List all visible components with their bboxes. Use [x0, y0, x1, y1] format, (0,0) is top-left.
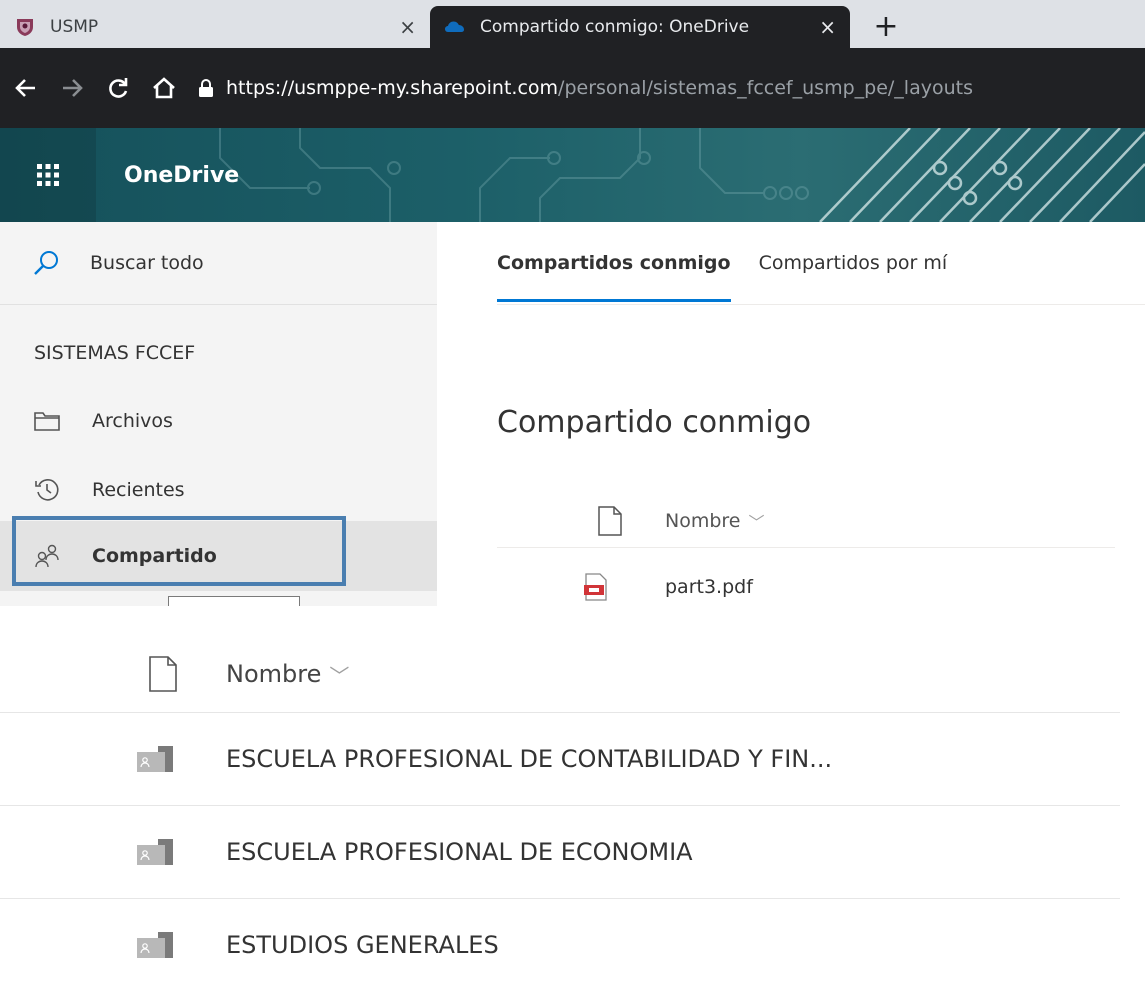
- chevron-down-icon[interactable]: ﹀: [329, 660, 349, 689]
- app-name[interactable]: OneDrive: [124, 128, 239, 222]
- onedrive-cloud-icon: [444, 16, 466, 38]
- sidebar-item-label: Archivos: [92, 410, 173, 432]
- new-tab-button[interactable]: +: [866, 6, 906, 46]
- list-item[interactable]: ESCUELA PROFESIONAL DE CONTABILIDAD Y FI…: [0, 713, 1120, 806]
- forward-arrow-icon: [63, 79, 83, 97]
- folder-name: ESCUELA PROFESIONAL DE ECONOMIA: [226, 838, 693, 866]
- back-button[interactable]: [6, 68, 46, 108]
- left-navigation: Buscar todo SISTEMAS FCCEF Archivos Reci…: [0, 222, 437, 606]
- circuit-pattern-decoration: [219, 128, 1145, 222]
- home-button[interactable]: [144, 68, 184, 108]
- section-title: SISTEMAS FCCEF: [34, 342, 196, 364]
- tab-title: USMP: [50, 17, 99, 37]
- pivot-tabs: Compartidos conmigo Compartidos por mí: [497, 222, 1145, 305]
- shared-folders-list: Nombre ﹀ ESCUELA PROFESIONAL DE CONTABIL…: [0, 606, 1145, 985]
- page-title: Compartido conmigo: [497, 405, 812, 440]
- tab-compartidos-por-mi[interactable]: Compartidos por mí: [759, 222, 948, 304]
- shared-folder-icon: [137, 932, 173, 958]
- waffle-icon: [37, 164, 59, 186]
- file-name: part3.pdf: [665, 576, 753, 598]
- home-icon: [153, 77, 175, 99]
- url-host: https://usmppe-my.sharepoint.com: [226, 77, 559, 99]
- list-item[interactable]: ESCUELA PROFESIONAL DE ECONOMIA: [0, 806, 1120, 899]
- chevron-down-icon[interactable]: ﹀: [749, 509, 765, 533]
- history-icon: [35, 479, 59, 501]
- back-arrow-icon: [15, 79, 35, 97]
- close-tab-icon[interactable]: ×: [819, 17, 836, 37]
- column-header-name[interactable]: Nombre: [665, 510, 741, 532]
- main-content: Compartidos conmigo Compartidos por mí C…: [437, 222, 1145, 606]
- tab-compartidos-conmigo[interactable]: Compartidos conmigo: [497, 222, 731, 304]
- sidebar-item-label: Recientes: [92, 479, 185, 501]
- search-icon: [34, 251, 58, 275]
- reload-button[interactable]: [98, 68, 138, 108]
- search-box[interactable]: Buscar todo: [0, 222, 437, 305]
- list-header: Nombre ﹀: [497, 495, 1115, 548]
- shared-folder-icon: [137, 746, 173, 772]
- list-header: Nombre ﹀: [0, 636, 1120, 713]
- search-placeholder: Buscar todo: [90, 252, 204, 274]
- file-type-icon: [598, 506, 622, 536]
- lock-icon: [199, 79, 213, 97]
- file-type-icon: [149, 656, 177, 692]
- sidebar-item-recientes[interactable]: Recientes: [0, 457, 437, 523]
- folder-icon: [34, 412, 60, 431]
- shared-folder-icon: [137, 839, 173, 865]
- app-launcher-button[interactable]: [0, 128, 96, 222]
- sidebar-item-label: Compartido: [92, 545, 217, 567]
- sidebar-item-archivos[interactable]: Archivos: [0, 388, 437, 454]
- tab-onedrive[interactable]: Compartido conmigo: OneDrive ×: [430, 6, 850, 48]
- close-tab-icon[interactable]: ×: [399, 17, 416, 37]
- onedrive-header: OneDrive: [0, 128, 1145, 222]
- usmp-crest-icon: [14, 16, 36, 38]
- list-item[interactable]: part3.pdf: [497, 567, 1115, 607]
- folder-name: ESCUELA PROFESIONAL DE CONTABILIDAD Y FI…: [226, 745, 833, 773]
- people-icon: [35, 544, 59, 568]
- url-path: /personal/sistemas_fccef_usmp_pe/_layout…: [558, 77, 973, 99]
- column-header-name[interactable]: Nombre: [226, 660, 321, 688]
- browser-tab-bar: USMP × Compartido conmigo: OneDrive × +: [0, 0, 1145, 48]
- pdf-icon: [584, 573, 607, 601]
- sidebar-item-compartido[interactable]: Compartido: [0, 521, 437, 591]
- forward-button[interactable]: [52, 68, 92, 108]
- tab-title: Compartido conmigo: OneDrive: [480, 17, 750, 37]
- folder-name: ESTUDIOS GENERALES: [226, 931, 499, 959]
- address-bar[interactable]: https://usmppe-my.sharepoint.com/persona…: [198, 77, 1145, 99]
- list-item[interactable]: ESTUDIOS GENERALES: [0, 899, 1120, 991]
- tab-usmp[interactable]: USMP ×: [0, 6, 430, 48]
- browser-toolbar: https://usmppe-my.sharepoint.com/persona…: [0, 48, 1145, 128]
- reload-icon: [109, 78, 128, 98]
